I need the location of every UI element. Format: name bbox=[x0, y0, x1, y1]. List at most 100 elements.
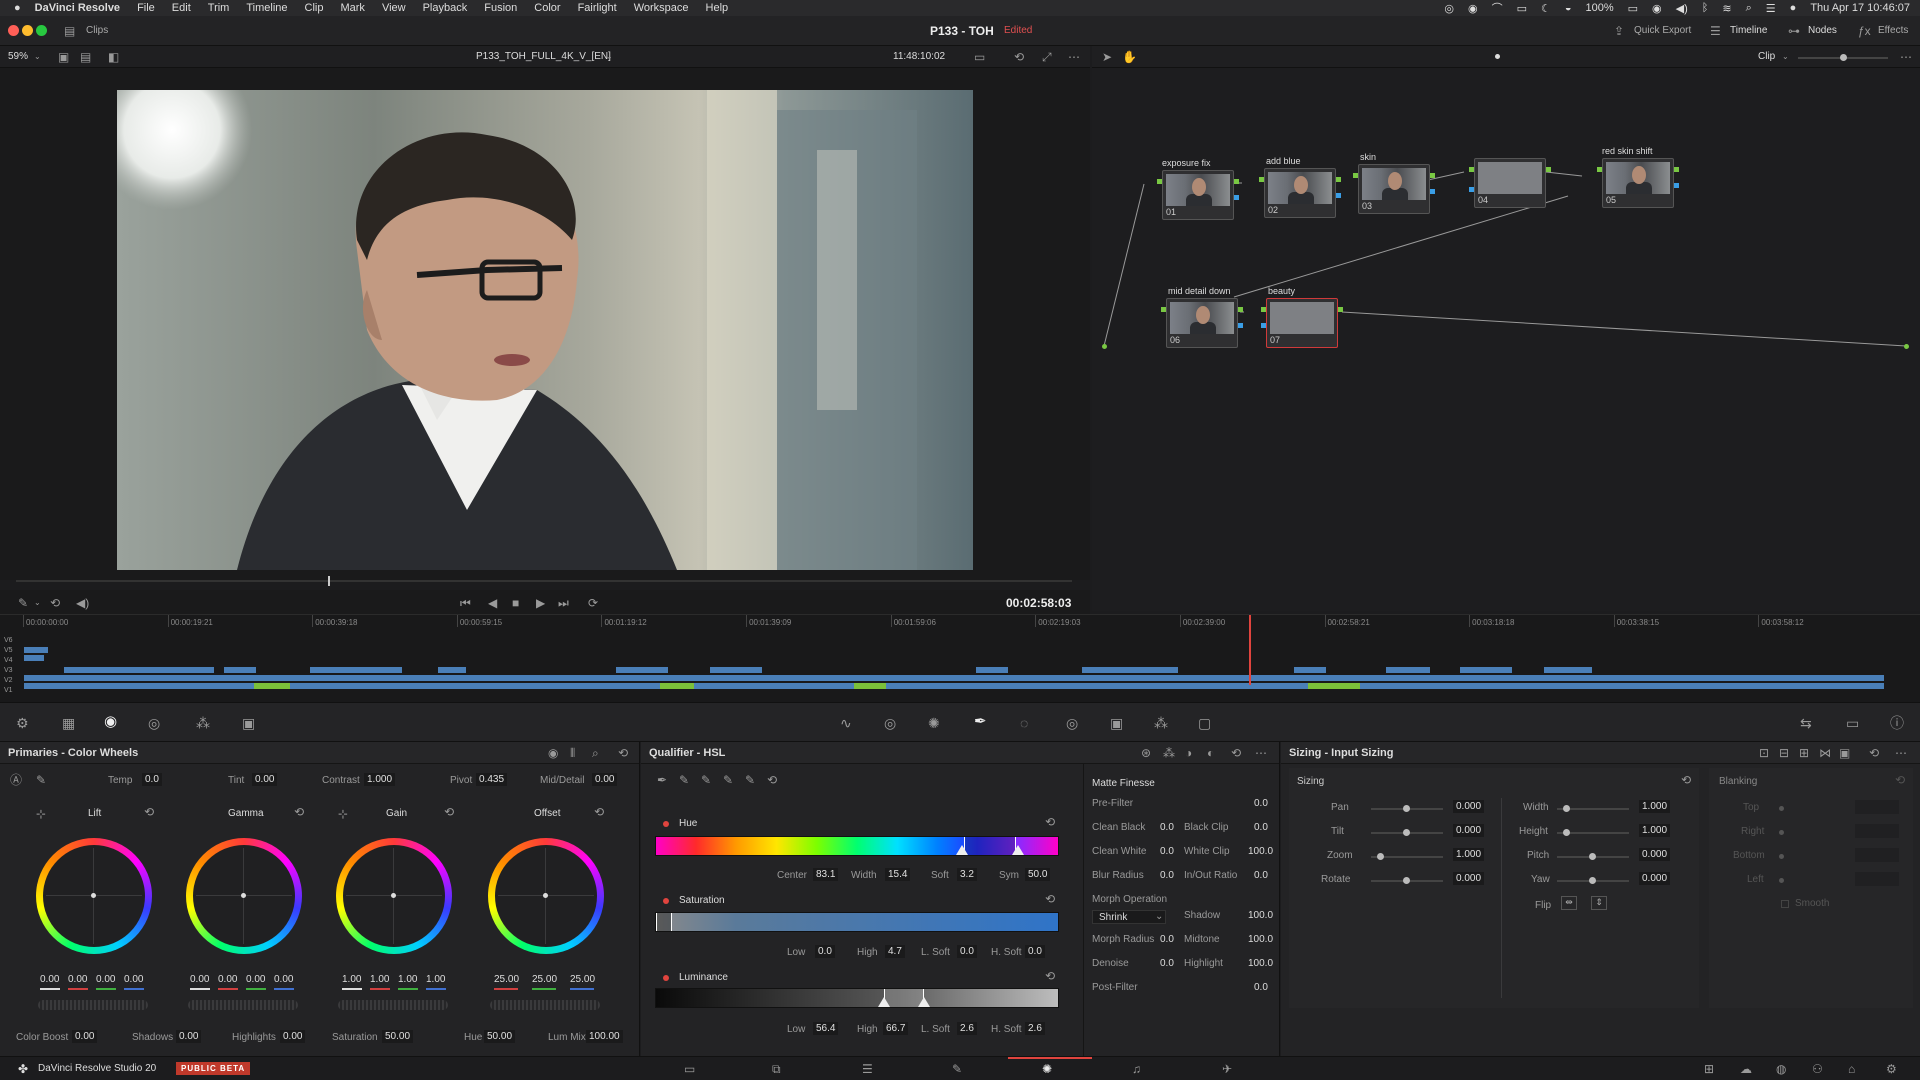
sizing-reset-icon[interactable]: ⟲ bbox=[1681, 774, 1691, 786]
hue-soft-value[interactable]: 3.2 bbox=[957, 868, 977, 881]
sat-low-value[interactable]: 0.0 bbox=[815, 945, 835, 958]
blanking-right-field[interactable] bbox=[1855, 824, 1899, 838]
node-graph[interactable]: exposure fix 01 add blue 02 skin 03 04 r… bbox=[1092, 68, 1920, 611]
picker-icon[interactable]: ✎ bbox=[36, 774, 46, 786]
sizing-mode-icon[interactable]: ⊞ bbox=[1799, 747, 1809, 759]
sat-hsoft-value[interactable]: 0.0 bbox=[1025, 945, 1045, 958]
blanking-top-dot[interactable] bbox=[1779, 806, 1784, 811]
blanking-bottom-field[interactable] bbox=[1855, 848, 1899, 862]
mid-detail-value[interactable]: 0.00 bbox=[592, 773, 618, 786]
reset-icon[interactable]: ⟲ bbox=[1231, 747, 1241, 759]
3d-icon[interactable]: ▭ bbox=[1846, 716, 1859, 730]
unmix-icon[interactable]: ⟲ bbox=[50, 597, 60, 609]
flip-vertical-icon[interactable]: ⇕ bbox=[1591, 896, 1607, 910]
node-04[interactable]: 04 bbox=[1469, 158, 1551, 208]
more-options-icon[interactable]: ⋯ bbox=[1068, 51, 1080, 63]
input-pin[interactable] bbox=[1102, 344, 1107, 349]
step-back-icon[interactable]: ◀ bbox=[488, 597, 497, 609]
color-wheels-mode-icon[interactable]: ◉ bbox=[548, 747, 558, 759]
lum-high-value[interactable]: 66.7 bbox=[883, 1022, 909, 1035]
chevron-down-icon[interactable]: ⌄ bbox=[34, 51, 41, 63]
auto-balance-icon[interactable]: Ⓐ bbox=[10, 774, 22, 786]
gain-picker-icon[interactable]: ⊹ bbox=[338, 808, 348, 820]
offset-wheel[interactable] bbox=[488, 838, 604, 954]
temp-value[interactable]: 0.0 bbox=[142, 773, 162, 786]
lift-r-value[interactable]: 0.00 bbox=[68, 974, 87, 985]
menu-workspace[interactable]: Workspace bbox=[634, 2, 689, 14]
control-center-icon[interactable]: ☰ bbox=[1766, 2, 1776, 15]
blanking-right-dot[interactable] bbox=[1779, 830, 1784, 835]
menu-timeline[interactable]: Timeline bbox=[246, 2, 287, 14]
media-page-icon[interactable]: ▭ bbox=[684, 1063, 695, 1075]
gain-y-value[interactable]: 1.00 bbox=[342, 974, 361, 985]
bluetooth-icon[interactable]: ᛒ bbox=[1702, 2, 1709, 14]
softness-plus-icon[interactable]: ✎ bbox=[745, 774, 755, 786]
offset-b-value[interactable]: 25.00 bbox=[570, 974, 595, 985]
chevron-down-icon[interactable]: ⌄ bbox=[606, 51, 613, 63]
lum-mix-value[interactable]: 100.00 bbox=[586, 1030, 623, 1043]
reset-icon[interactable]: ⟲ bbox=[1869, 747, 1879, 759]
node-05[interactable]: 05 bbox=[1597, 158, 1679, 208]
qualifier-3d-icon[interactable]: ⊛ bbox=[1141, 747, 1151, 759]
clean-black-value[interactable]: 0.0 bbox=[1160, 822, 1174, 833]
qualifier-icon[interactable]: ✒ bbox=[974, 714, 987, 729]
qualifier-rgb-icon[interactable]: ⁂ bbox=[1163, 747, 1175, 759]
edit-page-icon[interactable]: ☰ bbox=[862, 1063, 873, 1075]
white-clip-value[interactable]: 100.0 bbox=[1248, 846, 1273, 857]
highlight-value[interactable]: 100.0 bbox=[1248, 958, 1273, 969]
node-zoom-slider[interactable] bbox=[1798, 54, 1888, 61]
cloud-icon[interactable]: ☁ bbox=[1740, 1063, 1752, 1075]
pointer-icon[interactable]: ➤ bbox=[1102, 51, 1112, 63]
pitch-value[interactable]: 0.000 bbox=[1639, 848, 1671, 861]
yaw-slider[interactable] bbox=[1557, 877, 1629, 884]
chevron-down-icon[interactable]: ⌄ bbox=[34, 597, 41, 609]
lift-master-wheel[interactable] bbox=[38, 1000, 148, 1010]
lum-low-value[interactable]: 56.4 bbox=[813, 1022, 839, 1035]
softness-minus-icon[interactable]: ✎ bbox=[723, 774, 733, 786]
lift-b-value[interactable]: 0.00 bbox=[124, 974, 143, 985]
rotate-slider[interactable] bbox=[1371, 877, 1443, 884]
menu-file[interactable]: File bbox=[137, 2, 155, 14]
width-slider[interactable] bbox=[1557, 805, 1629, 812]
hue-width-value[interactable]: 15.4 bbox=[885, 868, 911, 881]
viewer-layout-icon[interactable]: ▤ bbox=[80, 51, 91, 63]
motion-effects-icon[interactable]: ▣ bbox=[242, 716, 255, 730]
sizing-mode-icon[interactable]: ⋈ bbox=[1819, 747, 1831, 759]
hue-spectrum[interactable] bbox=[655, 836, 1059, 856]
gamma-master-wheel[interactable] bbox=[188, 1000, 298, 1010]
offset-r-value[interactable]: 25.00 bbox=[494, 974, 519, 985]
moon-icon[interactable]: ☾ bbox=[1541, 2, 1551, 15]
sat-high-value[interactable]: 4.7 bbox=[885, 945, 905, 958]
color-boost-value[interactable]: 0.00 bbox=[72, 1030, 98, 1043]
tilt-value[interactable]: 0.000 bbox=[1453, 824, 1485, 837]
playhead[interactable] bbox=[1249, 615, 1252, 685]
log-mode-icon[interactable]: ⌕ bbox=[592, 747, 599, 759]
collaboration-icon[interactable]: ⚇ bbox=[1812, 1063, 1823, 1075]
tilt-slider[interactable] bbox=[1371, 829, 1443, 836]
zoom-window-button[interactable] bbox=[36, 25, 47, 36]
invert-icon[interactable]: ⟲ bbox=[767, 774, 777, 786]
height-value[interactable]: 1.000 bbox=[1639, 824, 1671, 837]
morph-radius-value[interactable]: 0.0 bbox=[1160, 934, 1174, 945]
status-icon[interactable]: ◉ bbox=[1468, 2, 1478, 15]
chevron-down-icon[interactable]: ⌄ bbox=[1782, 51, 1789, 63]
picker-minus-icon[interactable]: ✎ bbox=[679, 774, 689, 786]
in-out-ratio-value[interactable]: 0.0 bbox=[1254, 870, 1268, 881]
eyedropper-icon[interactable]: ✎ bbox=[18, 597, 28, 609]
shadows-value[interactable]: 0.00 bbox=[176, 1030, 202, 1043]
blanking-left-field[interactable] bbox=[1855, 872, 1899, 886]
timeline-toggle[interactable]: Timeline bbox=[1730, 25, 1767, 36]
viewer-layout-icon[interactable]: ◧ bbox=[108, 51, 119, 63]
zoom-value[interactable]: 1.000 bbox=[1453, 848, 1485, 861]
camera-raw-icon[interactable]: ⚙ bbox=[16, 716, 29, 730]
color-match-icon[interactable]: ▦ bbox=[62, 716, 75, 730]
gain-g-value[interactable]: 1.00 bbox=[398, 974, 417, 985]
menu-fusion[interactable]: Fusion bbox=[484, 2, 517, 14]
quick-export-button[interactable]: Quick Export bbox=[1634, 25, 1691, 36]
offset-master-wheel[interactable] bbox=[490, 1000, 600, 1010]
prefilter-value[interactable]: 0.0 bbox=[1254, 798, 1268, 809]
menu-help[interactable]: Help bbox=[706, 2, 729, 14]
clips-toggle[interactable]: Clips bbox=[86, 25, 108, 36]
sizing-mode-icon[interactable]: ⊟ bbox=[1779, 747, 1789, 759]
hue-value[interactable]: 50.00 bbox=[484, 1030, 516, 1043]
